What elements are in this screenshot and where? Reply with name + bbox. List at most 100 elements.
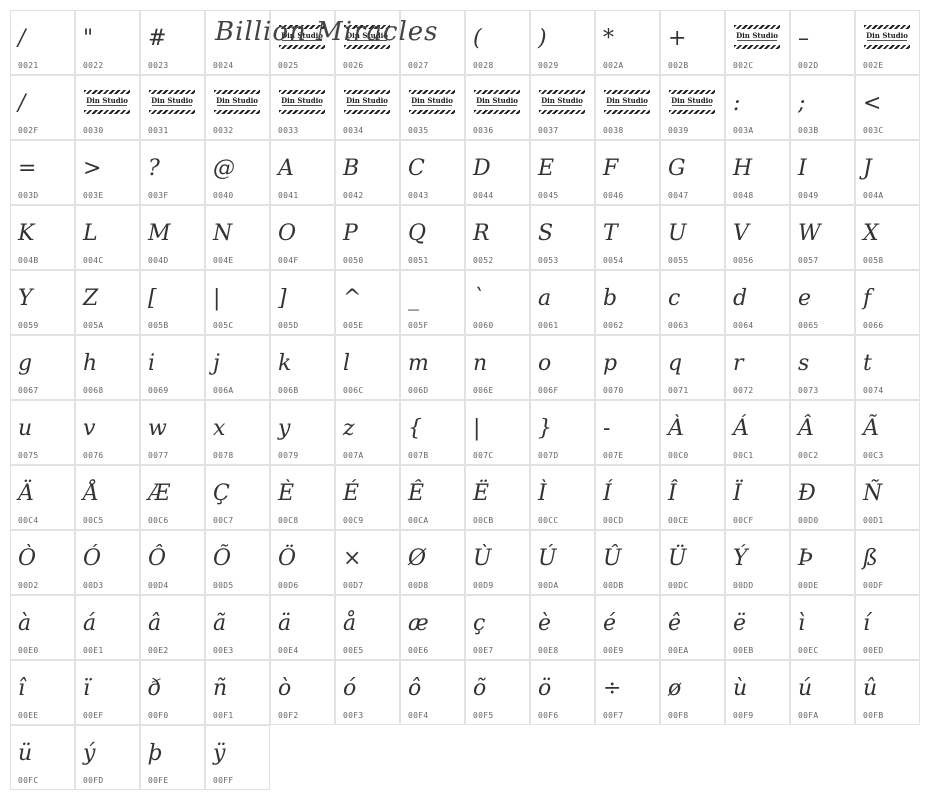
glyph-cell: #0023 — [140, 10, 205, 75]
glyph-char: c — [668, 286, 681, 311]
glyph-char: " — [83, 26, 94, 51]
glyph-char: [ — [148, 286, 157, 311]
glyph-char: C — [408, 156, 425, 181]
glyph-cell: b 0062 — [595, 270, 660, 335]
glyph-code: 00E0 — [18, 646, 39, 655]
studio-stamp-icon: Din Studio — [214, 90, 260, 114]
glyph-char: n — [473, 351, 488, 376]
studio-stamp-icon: Din Studio — [84, 90, 130, 114]
glyph-code: 0036 — [473, 126, 494, 135]
glyph-code: 00D6 — [278, 581, 299, 590]
glyph-char: ÿ — [213, 741, 226, 766]
glyph-code: 0040 — [213, 191, 234, 200]
glyph-code: 0075 — [18, 451, 39, 460]
glyph-cell: Din Studio 0038 — [595, 75, 660, 140]
glyph-code: 00F3 — [343, 711, 364, 720]
glyph-cell: Ê 00CA — [400, 465, 465, 530]
glyph-cell: ñ 00F1 — [205, 660, 270, 725]
glyph-cell: Ì 00CC — [530, 465, 595, 530]
glyph-char: ë — [733, 611, 747, 636]
glyph-code: 00C6 — [148, 516, 169, 525]
glyph-cell: J 004A — [855, 140, 920, 205]
glyph-cell: õ 00F5 — [465, 660, 530, 725]
glyph-cell: Ö 00D6 — [270, 530, 335, 595]
glyph-char: M — [148, 221, 171, 246]
glyph-char: x — [213, 416, 226, 441]
glyph-code: 0048 — [733, 191, 754, 200]
glyph-cell: Ù 00D9 — [465, 530, 530, 595]
glyph-code: 004A — [863, 191, 884, 200]
glyph-cell: ç 00E7 — [465, 595, 530, 660]
glyph-char: ? — [148, 156, 160, 181]
glyph-cell: C 0043 — [400, 140, 465, 205]
glyph-char: à — [18, 611, 32, 636]
glyph-cell: ó 00F3 — [335, 660, 400, 725]
glyph-cell: } 007D — [530, 400, 595, 465]
glyph-char: Å — [83, 481, 99, 506]
glyph-code: 007B — [408, 451, 429, 460]
glyph-cell: / 002F — [10, 75, 75, 140]
glyph-code: 0064 — [733, 321, 754, 330]
glyph-char: í — [863, 611, 871, 636]
glyph-char: O — [278, 221, 297, 246]
studio-stamp-icon: Din Studio — [149, 90, 195, 114]
glyph-cell: ø 00F8 — [660, 660, 725, 725]
glyph-cell: Din Studio 0031 — [140, 75, 205, 140]
glyph-char: t — [863, 351, 872, 376]
glyph-code: 002C — [733, 61, 754, 70]
glyph-char: _ — [408, 286, 419, 311]
glyph-char: w — [148, 416, 167, 441]
glyph-cell: ÷ 00F7 — [595, 660, 660, 725]
glyph-char: | — [473, 416, 481, 441]
glyph-cell: â 00E2 — [140, 595, 205, 660]
glyph-cell: A 0041 — [270, 140, 335, 205]
glyph-char: i — [148, 351, 156, 376]
glyph-code: 00F9 — [733, 711, 754, 720]
glyph-code: 006A — [213, 386, 234, 395]
glyph-char: J — [863, 156, 872, 181]
glyph-code: 005C — [213, 321, 234, 330]
glyph-cell: k 006B — [270, 335, 335, 400]
glyph-code: 0051 — [408, 256, 429, 265]
glyph-cell: ù 00F9 — [725, 660, 790, 725]
glyph-char: ñ — [213, 676, 228, 701]
glyph-char: k — [278, 351, 292, 376]
glyph-code: 00C7 — [213, 516, 234, 525]
glyph-char: À — [668, 416, 684, 441]
glyph-cell: ú 00FA — [790, 660, 855, 725]
glyph-cell: Î 00CE — [660, 465, 725, 530]
glyph-code: 00E2 — [148, 646, 169, 655]
glyph-char: ö — [538, 676, 552, 701]
glyph-char: q — [668, 351, 683, 376]
glyph-char: + — [668, 26, 687, 51]
glyph-char: K — [18, 221, 35, 246]
glyph-char: f — [863, 286, 872, 311]
glyph-cell: N 004E — [205, 205, 270, 270]
glyph-code: 00EE — [18, 711, 39, 720]
glyph-cell: W 0057 — [790, 205, 855, 270]
glyph-char: y — [278, 416, 291, 441]
glyph-cell: í 00ED — [855, 595, 920, 660]
glyph-cell: ï 00EF — [75, 660, 140, 725]
glyph-code: 0038 — [603, 126, 624, 135]
glyph-code: 00F2 — [278, 711, 299, 720]
glyph-cell: Ñ 00D1 — [855, 465, 920, 530]
glyph-code: 0039 — [668, 126, 689, 135]
glyph-code: 006D — [408, 386, 429, 395]
glyph-code: 00E6 — [408, 646, 429, 655]
glyph-char: T — [603, 221, 618, 246]
glyph-code: 0044 — [473, 191, 494, 200]
glyph-char: ; — [798, 91, 806, 116]
glyph-cell: Ð 00D0 — [790, 465, 855, 530]
glyph-cell: Din Studio 0030 — [75, 75, 140, 140]
glyph-char: Û — [603, 546, 622, 571]
glyph-cell: ð 00F0 — [140, 660, 205, 725]
glyph-cell: M 004D — [140, 205, 205, 270]
glyph-code: 00DE — [798, 581, 819, 590]
glyph-code: 00D9 — [473, 581, 494, 590]
glyph-code: 0066 — [863, 321, 884, 330]
glyph-code: 005D — [278, 321, 299, 330]
glyph-char: H — [733, 156, 753, 181]
studio-stamp-icon: Din Studio — [669, 90, 715, 114]
glyph-cell: Din Studio 0037 — [530, 75, 595, 140]
